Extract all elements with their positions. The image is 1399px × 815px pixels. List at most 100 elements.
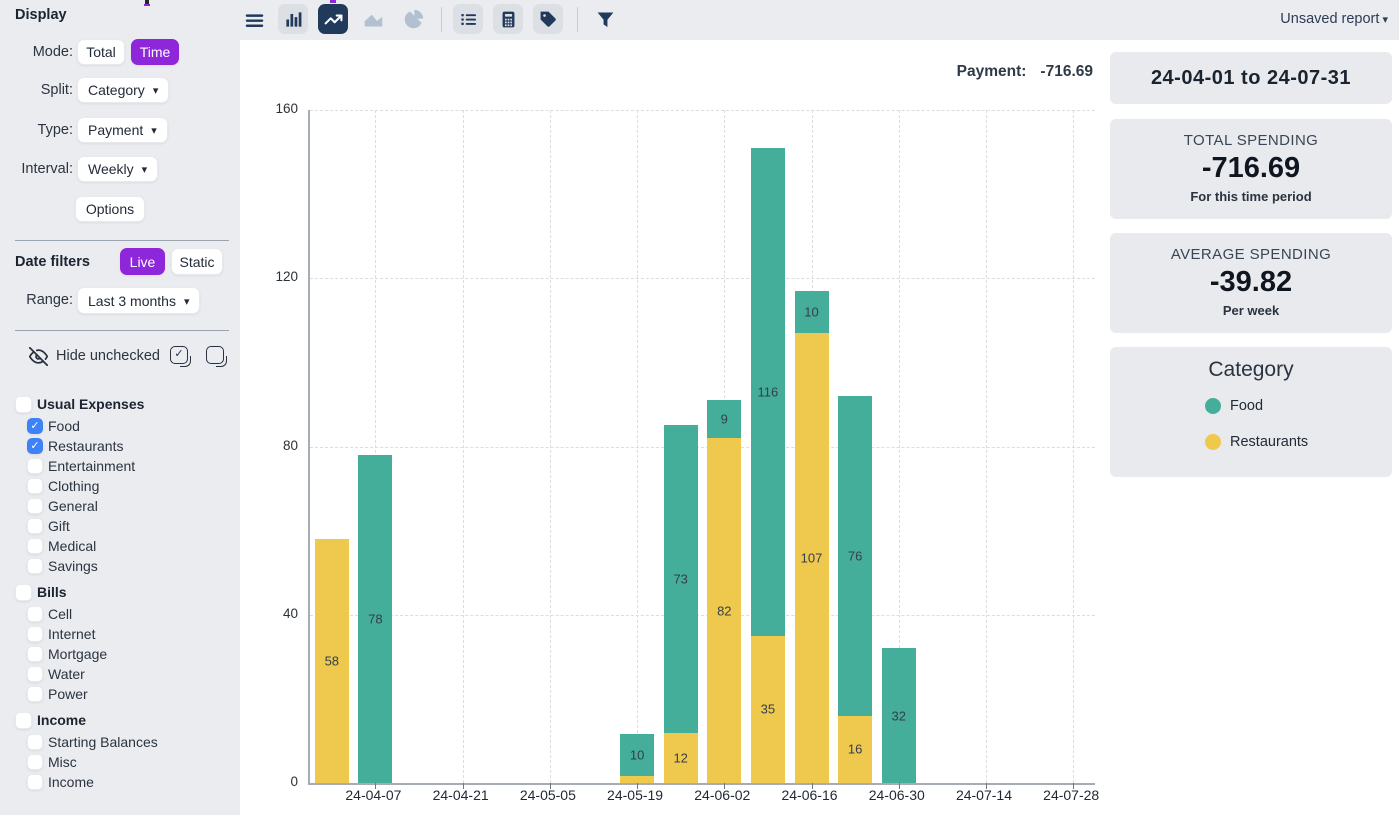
split-select-value: Category <box>88 82 145 98</box>
interval-select[interactable]: Weekly <box>77 156 158 182</box>
average-spending-card: AVERAGE SPENDING -39.82 Per week <box>1110 233 1392 333</box>
checkbox[interactable] <box>27 734 43 750</box>
checkbox[interactable] <box>15 396 32 413</box>
list-icon[interactable] <box>453 4 483 34</box>
tag-icon[interactable] <box>533 4 563 34</box>
check-all-icon[interactable]: ✓ <box>170 346 188 364</box>
x-axis-label: 24-04-21 <box>416 787 506 803</box>
checkbox[interactable] <box>27 686 43 702</box>
checkbox[interactable]: ✓ <box>27 438 43 454</box>
checkbox[interactable] <box>27 538 43 554</box>
y-axis-label: 0 <box>248 774 298 789</box>
mode-time-button[interactable]: Time <box>131 39 179 65</box>
x-axis-label: 24-04-07 <box>328 787 418 803</box>
report-menu[interactable]: Unsaved report <box>1280 11 1388 27</box>
bar-segment: 32 <box>882 648 916 783</box>
type-select[interactable]: Payment <box>77 117 168 143</box>
category-item-row[interactable]: Misc <box>0 752 240 772</box>
menu-icon[interactable] <box>243 9 265 31</box>
checkbox[interactable] <box>27 478 43 494</box>
category-label: Restaurants <box>48 438 123 454</box>
category-item-row[interactable]: ✓ Food <box>0 416 240 436</box>
total-spending-value: -716.69 <box>1110 152 1392 185</box>
category-item-row[interactable]: ✓ Restaurants <box>0 436 240 456</box>
interval-label: Interval: <box>0 161 73 177</box>
date-filter-static-button[interactable]: Static <box>171 248 223 275</box>
category-item-row[interactable]: Cell <box>0 604 240 624</box>
checkbox[interactable] <box>27 518 43 534</box>
gridline-vertical <box>986 110 987 783</box>
category-item-row[interactable]: Starting Balances <box>0 732 240 752</box>
x-axis-label: 24-07-28 <box>1026 787 1116 803</box>
category-group-row[interactable]: Income <box>0 708 240 732</box>
options-button[interactable]: Options <box>75 196 145 222</box>
split-select[interactable]: Category <box>77 77 169 103</box>
gridline-vertical <box>463 110 464 783</box>
category-group-row[interactable]: Bills <box>0 580 240 604</box>
category-item-row[interactable]: Internet <box>0 624 240 644</box>
calculator-icon[interactable] <box>493 4 523 34</box>
x-axis-label: 24-06-16 <box>765 787 855 803</box>
checkbox[interactable] <box>27 626 43 642</box>
line-chart-icon[interactable] <box>318 4 348 34</box>
category-item-row[interactable]: Income <box>0 772 240 792</box>
date-range-card: 24-04-01 to 24-07-31 <box>1110 52 1392 104</box>
mode-total-button[interactable]: Total <box>77 39 125 65</box>
uncheck-all-icon[interactable] <box>206 346 224 364</box>
range-select[interactable]: Last 3 months <box>77 287 200 314</box>
category-item-row[interactable]: Savings <box>0 556 240 576</box>
x-axis-tick <box>986 783 987 789</box>
area-chart-icon[interactable] <box>358 4 388 34</box>
category-group-row[interactable]: Usual Expenses <box>0 392 240 416</box>
checkbox[interactable] <box>27 754 43 770</box>
x-axis-label: 24-06-30 <box>852 787 942 803</box>
legend-item: Restaurants <box>1110 424 1392 460</box>
display-section-title: Display <box>15 7 67 23</box>
checkbox[interactable] <box>27 646 43 662</box>
category-item-row[interactable]: Entertainment <box>0 456 240 476</box>
category-item-row[interactable]: Power <box>0 684 240 704</box>
checkbox[interactable] <box>27 774 43 790</box>
checkbox[interactable]: ✓ <box>27 418 43 434</box>
y-axis-label: 160 <box>248 101 298 116</box>
checkbox[interactable] <box>27 458 43 474</box>
category-label: Power <box>48 686 88 702</box>
checkbox[interactable] <box>27 606 43 622</box>
y-axis-label: 40 <box>248 606 298 621</box>
category-item-row[interactable]: Water <box>0 664 240 684</box>
category-item-row[interactable]: Mortgage <box>0 644 240 664</box>
checkbox[interactable] <box>15 712 32 729</box>
checkbox[interactable] <box>15 584 32 601</box>
category-item-row[interactable]: Medical <box>0 536 240 556</box>
bar-value-label: 9 <box>707 412 741 427</box>
category-label: Bills <box>37 584 67 600</box>
gridline-vertical <box>637 110 638 783</box>
filter-icon[interactable] <box>590 4 620 34</box>
checkbox[interactable] <box>27 558 43 574</box>
legend-label: Food <box>1230 398 1263 414</box>
x-axis-label: 24-05-19 <box>590 787 680 803</box>
gridline-horizontal <box>310 447 1095 448</box>
category-item-row[interactable]: General <box>0 496 240 516</box>
category-label: General <box>48 498 98 514</box>
average-spending-subtitle: Per week <box>1110 303 1392 318</box>
category-item-row[interactable]: Gift <box>0 516 240 536</box>
bar-value-label: 116 <box>751 384 785 399</box>
category-label: Misc <box>48 754 77 770</box>
date-filter-live-button[interactable]: Live <box>120 248 165 275</box>
category-label: Food <box>48 418 80 434</box>
category-item-row[interactable]: Clothing <box>0 476 240 496</box>
total-spending-title: TOTAL SPENDING <box>1110 132 1392 149</box>
bar-segment: 35 <box>751 636 785 783</box>
bar-chart-icon[interactable] <box>278 4 308 34</box>
gridline-vertical <box>1073 110 1074 783</box>
category-label: Water <box>48 666 85 682</box>
pie-chart-icon[interactable] <box>398 4 428 34</box>
x-axis-tick <box>637 783 638 789</box>
checkbox[interactable] <box>27 666 43 682</box>
category-label: Medical <box>48 538 96 554</box>
eye-off-icon[interactable] <box>29 347 48 366</box>
gridline-horizontal <box>310 615 1095 616</box>
toolbar-divider <box>441 7 442 32</box>
checkbox[interactable] <box>27 498 43 514</box>
